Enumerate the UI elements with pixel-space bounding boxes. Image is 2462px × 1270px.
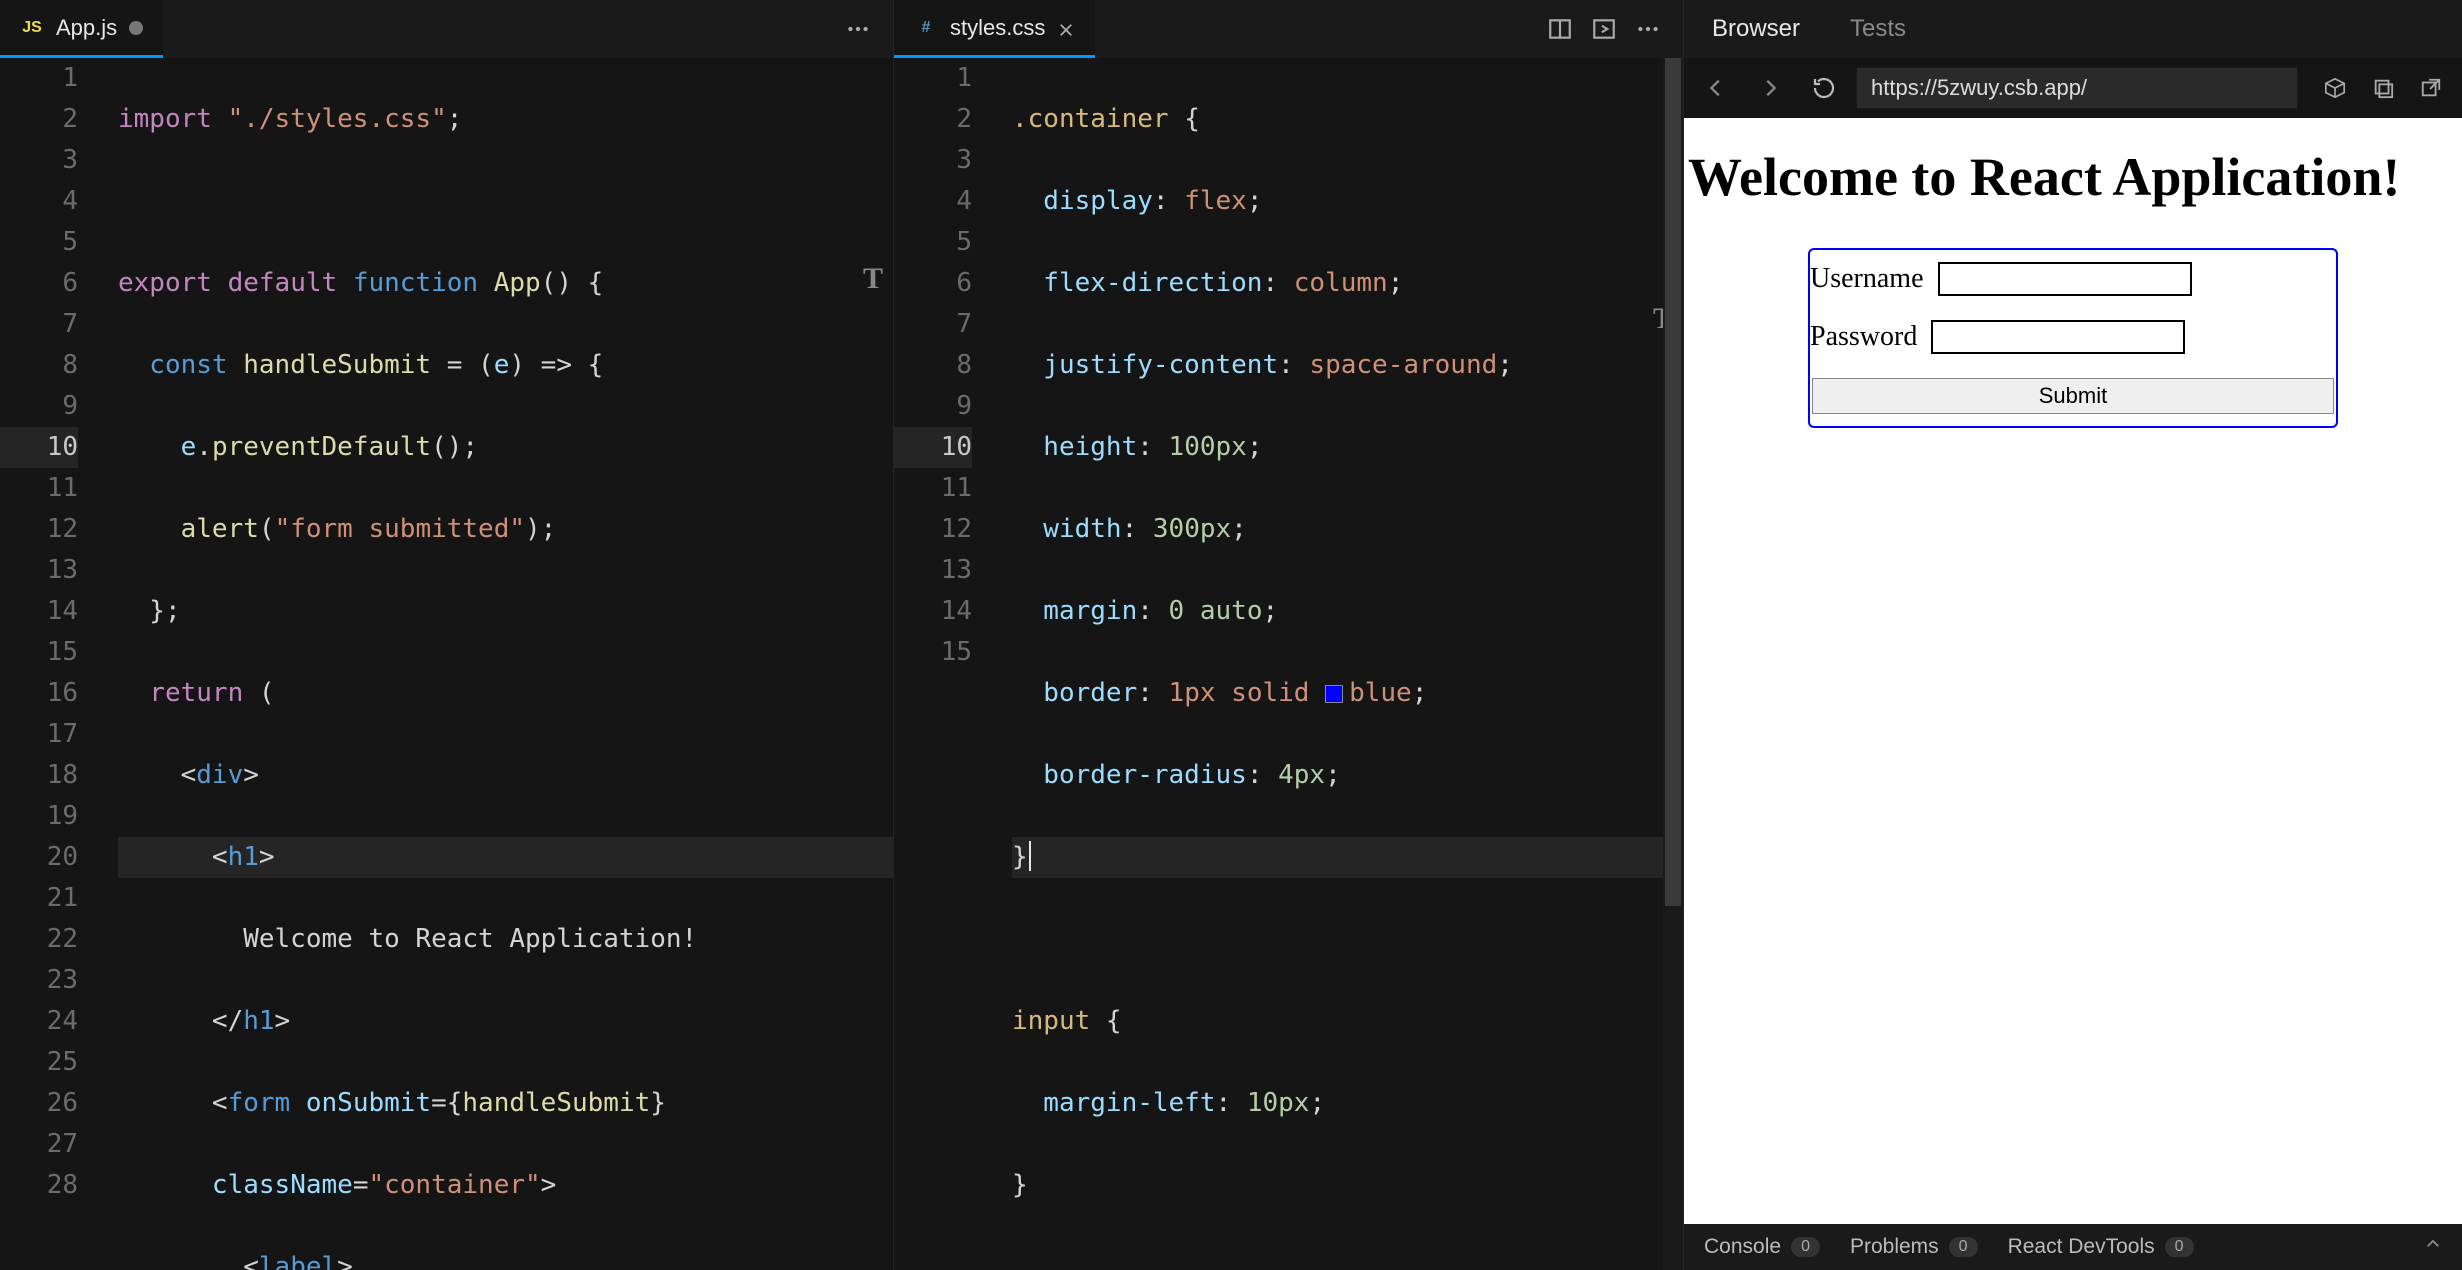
tabbar-mid: # styles.css — [894, 0, 1683, 58]
nav-back-icon[interactable] — [1694, 66, 1738, 110]
codesandbox-icon[interactable] — [2314, 67, 2356, 109]
scrollbar-thumb[interactable] — [1665, 58, 1681, 906]
password-label: Password — [1810, 320, 2336, 354]
devtools-tab-label: React DevTools — [2008, 1235, 2155, 1259]
problems-tab[interactable]: Problems 0 — [1850, 1235, 1978, 1259]
address-actions — [2308, 67, 2452, 109]
scrollbar-vertical[interactable] — [1663, 58, 1683, 1270]
preview-pane: Browser Tests — [1684, 0, 2462, 1270]
css-file-icon: # — [914, 16, 938, 40]
preview-heading: Welcome to React Application! — [1688, 146, 2458, 208]
gutter-left: 1234 5678 9101112 13141516 17181920 2122… — [0, 58, 118, 1270]
tabbar-mid-actions — [1545, 14, 1683, 44]
password-label-text: Password — [1810, 321, 1917, 353]
gutter-mid: 1234 5678 9101112 131415 — [894, 58, 1012, 1270]
open-preview-icon[interactable] — [1589, 14, 1619, 44]
code-left[interactable]: import "./styles.css"; export default fu… — [118, 58, 893, 1270]
submit-button[interactable]: Submit — [1812, 378, 2334, 414]
app-root: JS App.js 1234 5678 9101112 13141516 171… — [0, 0, 2462, 1270]
editor-pane-css: # styles.css 1234 5678 — [894, 0, 1684, 1270]
problems-tab-label: Problems — [1850, 1235, 1939, 1259]
reload-icon[interactable] — [1802, 66, 1846, 110]
problems-badge: 0 — [1949, 1237, 1978, 1257]
username-input[interactable] — [1938, 262, 2192, 296]
new-window-icon[interactable] — [2362, 67, 2404, 109]
username-label-text: Username — [1810, 263, 1924, 295]
close-icon[interactable] — [1057, 19, 1075, 37]
code-mid[interactable]: .container { display: flex; flex-directi… — [1012, 58, 1683, 1270]
chevron-up-icon[interactable] — [2424, 1235, 2442, 1259]
tabbar-left-actions — [843, 14, 893, 44]
tab-stylescss[interactable]: # styles.css — [894, 0, 1095, 58]
right-tabs: Browser Tests — [1684, 0, 2462, 58]
split-editor-icon[interactable] — [1545, 14, 1575, 44]
console-badge: 0 — [1791, 1237, 1820, 1257]
devtools-tab[interactable]: React DevTools 0 — [2008, 1235, 2194, 1259]
tab-appjs-label: App.js — [56, 15, 117, 41]
tabbar-left: JS App.js — [0, 0, 893, 58]
editor-left[interactable]: 1234 5678 9101112 13141516 17181920 2122… — [0, 58, 893, 1270]
console-tab[interactable]: Console 0 — [1704, 1235, 1820, 1259]
editor-pane-appjs: JS App.js 1234 5678 9101112 13141516 171… — [0, 0, 894, 1270]
address-bar-row — [1684, 58, 2462, 118]
color-swatch-icon — [1325, 685, 1343, 703]
open-external-icon[interactable] — [2410, 67, 2452, 109]
preview-form: Username Password Submit — [1808, 248, 2338, 428]
tab-stylescss-label: styles.css — [950, 15, 1045, 41]
address-input[interactable] — [1856, 67, 2298, 109]
editor-mid[interactable]: 1234 5678 9101112 131415 .container { di… — [894, 58, 1683, 1270]
more-actions-icon[interactable] — [843, 14, 873, 44]
username-label: Username — [1810, 262, 2336, 296]
minimap-glyph-icon: T — [863, 258, 883, 299]
devtools-badge: 0 — [2165, 1237, 2194, 1257]
browser-preview[interactable]: Welcome to React Application! Username P… — [1684, 118, 2462, 1224]
tab-appjs[interactable]: JS App.js — [0, 0, 163, 58]
console-tab-label: Console — [1704, 1235, 1781, 1259]
js-file-icon: JS — [20, 16, 44, 40]
tab-browser[interactable]: Browser — [1712, 15, 1800, 43]
more-actions-icon[interactable] — [1633, 14, 1663, 44]
console-bar: Console 0 Problems 0 React DevTools 0 — [1684, 1224, 2462, 1270]
unsaved-dot-icon — [129, 21, 143, 35]
cursor-caret-icon — [1029, 841, 1031, 871]
tab-tests[interactable]: Tests — [1850, 15, 1906, 43]
password-input[interactable] — [1931, 320, 2185, 354]
nav-forward-icon[interactable] — [1748, 66, 1792, 110]
